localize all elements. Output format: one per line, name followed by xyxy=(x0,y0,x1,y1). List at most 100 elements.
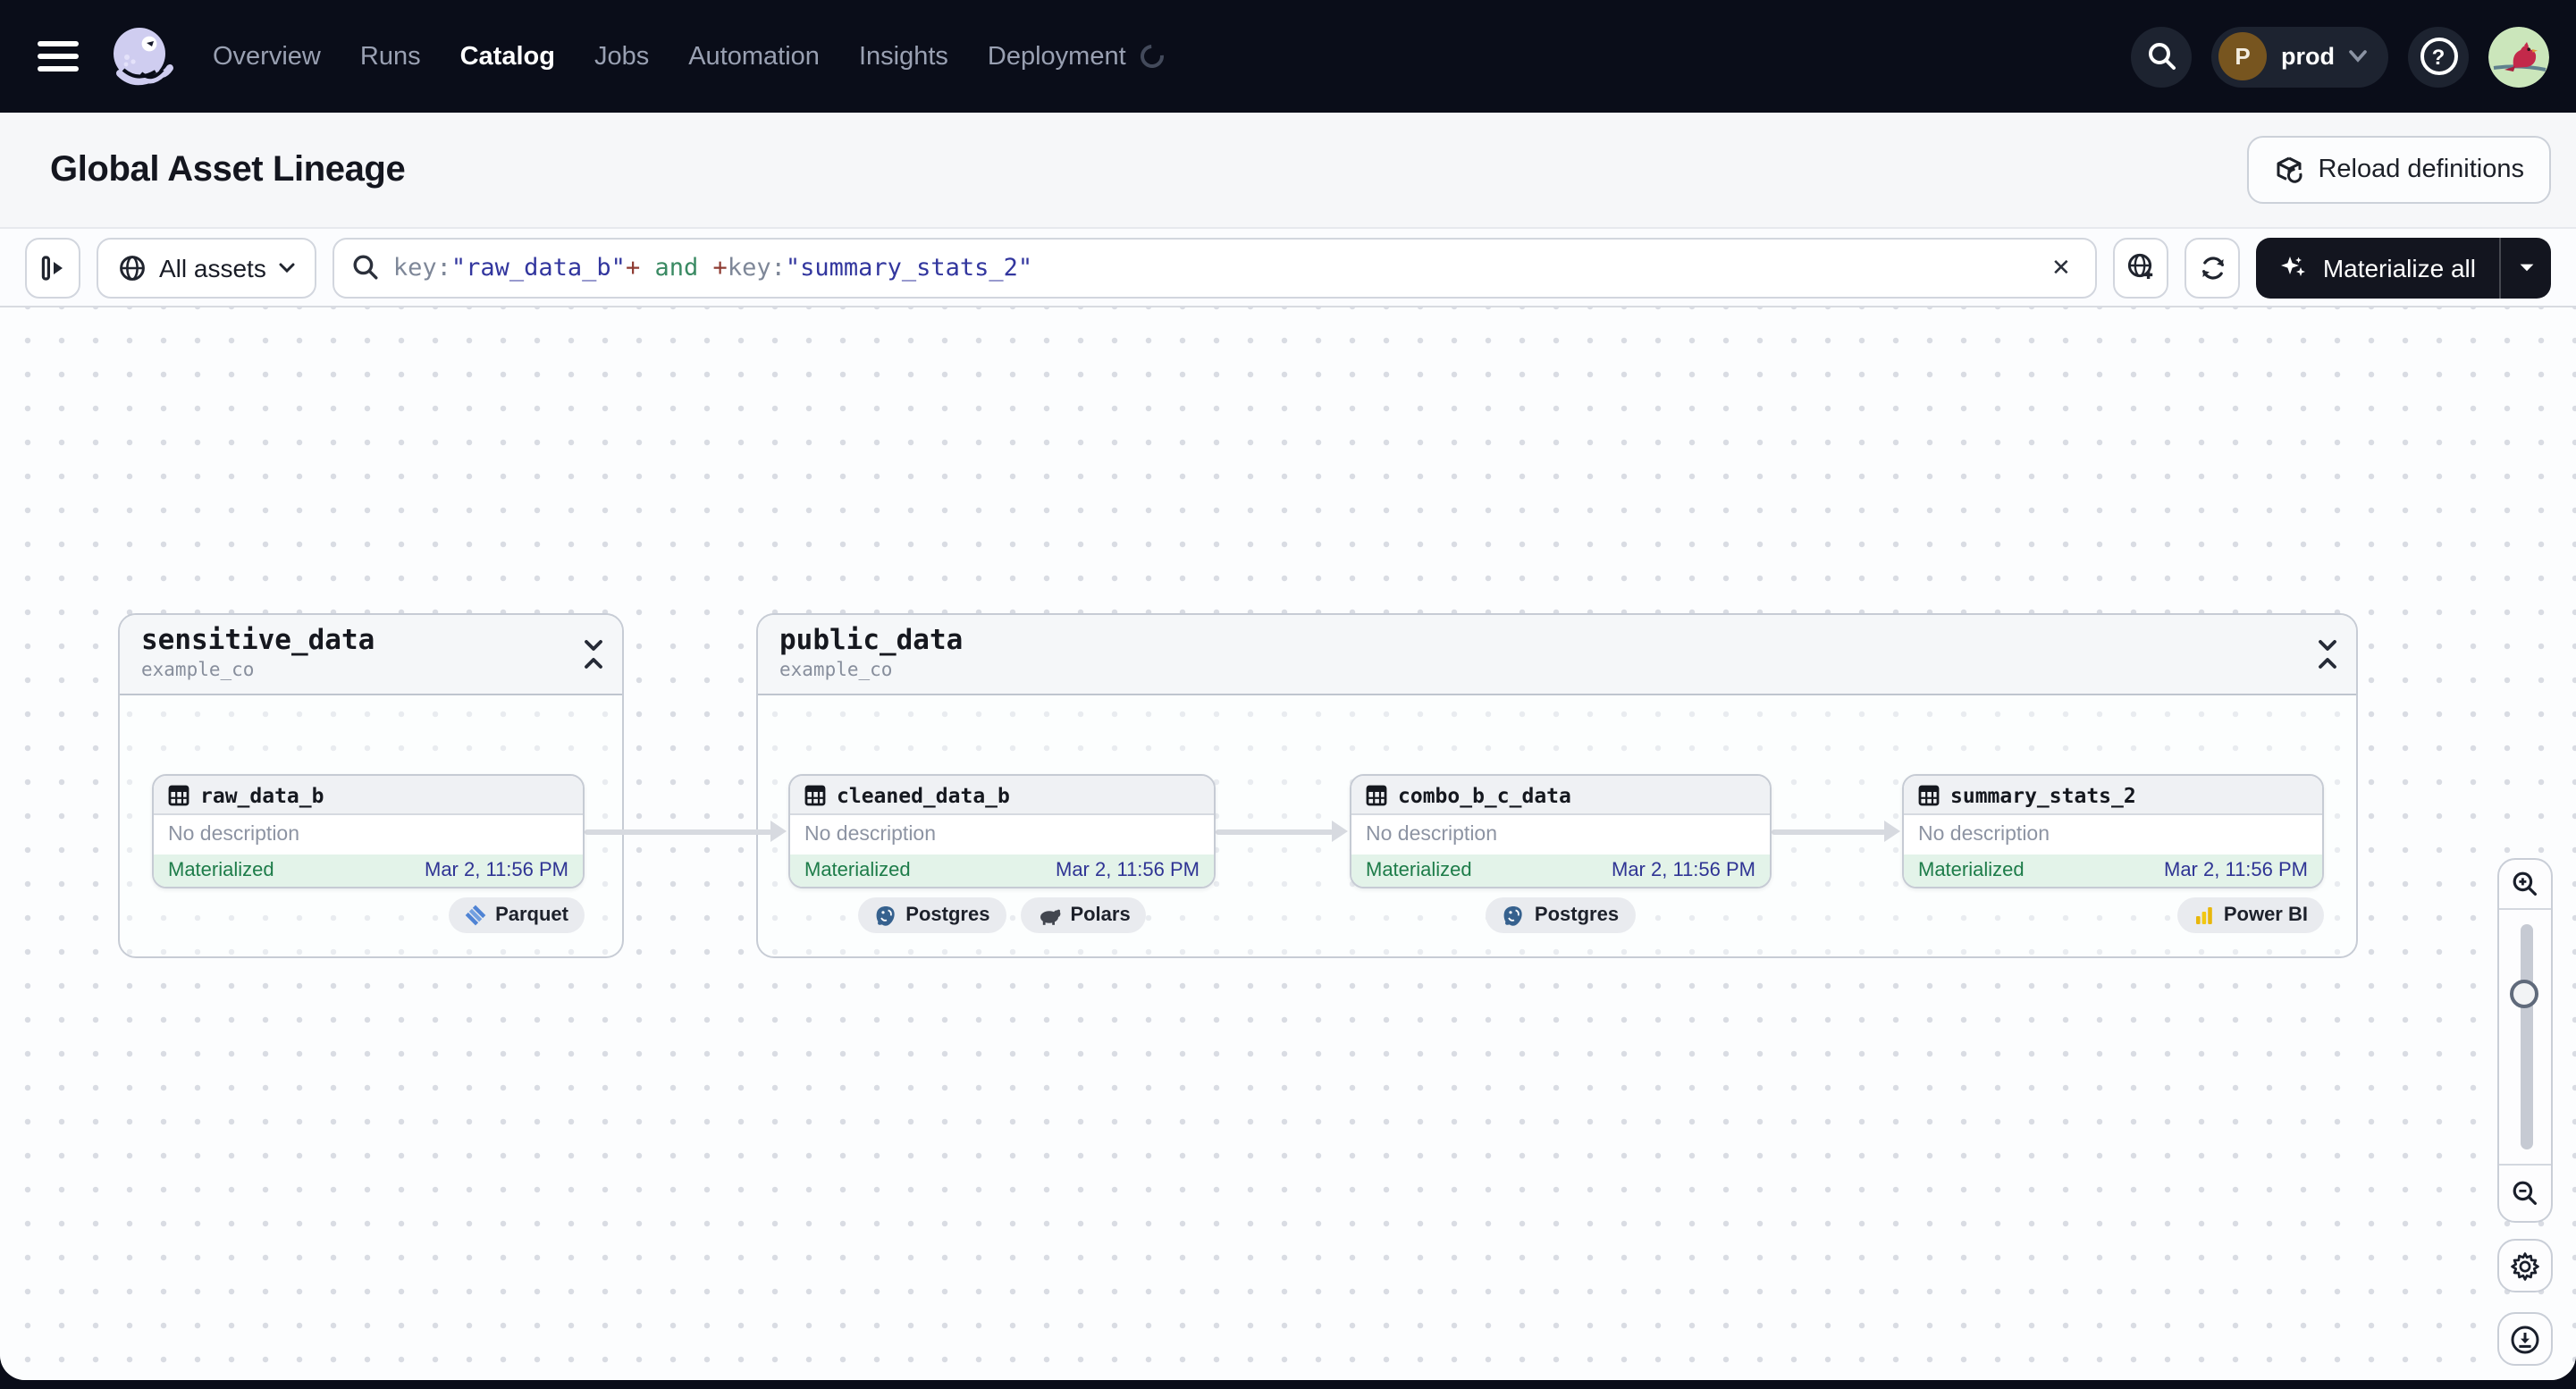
help-button[interactable]: ? xyxy=(2408,26,2469,87)
polars-bear-icon xyxy=(1040,909,1060,925)
nav-item-runs[interactable]: Runs xyxy=(341,42,441,71)
group-header[interactable]: public_data example_co xyxy=(758,615,2356,695)
user-avatar[interactable] xyxy=(2488,26,2549,87)
kind-badge-postgres[interactable]: Postgres xyxy=(1486,897,1636,933)
group-header[interactable]: sensitive_data example_co xyxy=(120,615,622,695)
gear-icon xyxy=(2511,1251,2539,1280)
hamburger-menu-icon[interactable] xyxy=(38,41,79,72)
add-to-selection-button[interactable] xyxy=(2113,237,2169,298)
deployment-switcher[interactable]: P prod xyxy=(2211,26,2388,87)
edge-cleaned-data-b-to-combo-b-c-data xyxy=(1216,821,1348,842)
nav-item-deployment[interactable]: Deployment xyxy=(968,39,1183,73)
zoom-in-icon xyxy=(2513,871,2537,896)
group-title: sensitive_data xyxy=(141,624,375,656)
nav-item-catalog[interactable]: Catalog xyxy=(441,42,575,71)
zoom-slider[interactable] xyxy=(2499,910,2551,1164)
dagster-logo-icon[interactable] xyxy=(102,19,177,94)
table-icon xyxy=(804,784,826,805)
download-graph-button[interactable] xyxy=(2497,1312,2553,1366)
asset-scope-dropdown[interactable]: All assets xyxy=(97,237,316,298)
status-label: Materialized xyxy=(168,860,274,881)
materialization-timestamp: Mar 2, 11:56 PM xyxy=(2164,860,2308,881)
deployment-loading-spinner-icon xyxy=(1135,39,1168,73)
materialize-all-button[interactable]: Materialize all xyxy=(2257,237,2499,298)
asset-node-cleaned-data-b[interactable]: cleaned_data_b No description Materializ… xyxy=(788,774,1216,888)
group-repo: example_co xyxy=(779,659,893,681)
edge-combo-b-c-data-to-summary-stats-2 xyxy=(1772,821,1900,842)
page-header: Global Asset Lineage Reload definitions xyxy=(0,113,2576,227)
search-icon xyxy=(2148,43,2175,70)
download-icon xyxy=(2511,1325,2539,1353)
group-repo: example_co xyxy=(141,659,255,681)
nav-item-automation[interactable]: Automation xyxy=(669,42,839,71)
asset-name: cleaned_data_b xyxy=(837,782,1010,807)
collapse-group-icon[interactable] xyxy=(2317,638,2338,670)
globe-icon xyxy=(120,255,145,280)
reload-definitions-label: Reload definitions xyxy=(2318,156,2524,184)
asset-node-summary-stats-2[interactable]: summary_stats_2 No description Materiali… xyxy=(1902,774,2324,888)
graph-settings-button[interactable] xyxy=(2497,1239,2553,1292)
asset-status-bar: Materialized Mar 2, 11:56 PM xyxy=(154,854,583,887)
search-query-text: key:"raw_data_b"+ and +key:"summary_stat… xyxy=(392,253,1033,282)
asset-description: No description xyxy=(804,824,937,846)
kind-badge-polars[interactable]: Polars xyxy=(1020,897,1147,933)
refresh-icon xyxy=(2201,256,2224,279)
asset-node-raw-data-b[interactable]: raw_data_b No description Materialized M… xyxy=(152,774,585,888)
zoom-out-icon xyxy=(2513,1181,2537,1205)
group-title: public_data xyxy=(779,624,964,656)
lineage-canvas[interactable]: sensitive_data example_co public_data ex… xyxy=(0,307,2576,1380)
asset-description: No description xyxy=(1918,824,2050,846)
materialization-timestamp: Mar 2, 11:56 PM xyxy=(425,860,568,881)
nav-item-overview[interactable]: Overview xyxy=(193,42,341,71)
nav-menu: Overview Runs Catalog Jobs Automation In… xyxy=(193,39,1183,73)
status-label: Materialized xyxy=(804,860,911,881)
asset-scope-label: All assets xyxy=(159,253,266,282)
parquet-icon xyxy=(465,905,486,926)
zoom-in-button[interactable] xyxy=(2499,860,2551,910)
open-left-panel-button[interactable] xyxy=(25,237,80,298)
refresh-button[interactable] xyxy=(2185,237,2241,298)
asset-status-bar: Materialized Mar 2, 11:56 PM xyxy=(790,854,1214,887)
materialize-options-button[interactable] xyxy=(2501,237,2551,298)
materialization-timestamp: Mar 2, 11:56 PM xyxy=(1056,860,1200,881)
kind-badge-parquet[interactable]: Parquet xyxy=(449,897,585,933)
zoom-controls xyxy=(2497,858,2553,1223)
kind-badges-raw-data-b: Parquet xyxy=(152,897,585,933)
asset-status-bar: Materialized Mar 2, 11:56 PM xyxy=(1904,854,2322,887)
reload-definitions-button[interactable]: Reload definitions xyxy=(2246,136,2551,204)
chevron-down-icon xyxy=(2349,50,2367,63)
asset-status-bar: Materialized Mar 2, 11:56 PM xyxy=(1351,854,1770,887)
zoom-slider-track[interactable] xyxy=(2509,924,2538,1149)
chevron-down-icon xyxy=(279,262,295,273)
page-title: Global Asset Lineage xyxy=(50,149,406,189)
panel-expand-icon xyxy=(40,255,62,280)
dagster-global-asset-lineage: Overview Runs Catalog Jobs Automation In… xyxy=(0,0,2576,1389)
nav-item-jobs[interactable]: Jobs xyxy=(575,42,669,71)
table-icon xyxy=(1918,784,1940,805)
main-surface: Global Asset Lineage Reload definitions xyxy=(0,113,2576,1380)
nav-item-insights[interactable]: Insights xyxy=(839,42,968,71)
zoom-out-button[interactable] xyxy=(2499,1164,2551,1221)
zoom-slider-handle[interactable] xyxy=(2509,980,2538,1008)
collapse-group-icon[interactable] xyxy=(583,638,604,670)
nav-right-cluster: P prod ? xyxy=(2131,26,2549,87)
search-icon xyxy=(353,255,378,280)
top-nav: Overview Runs Catalog Jobs Automation In… xyxy=(0,0,2576,113)
kind-badges-summary-stats-2: Power BI xyxy=(1902,897,2324,933)
reload-cube-icon xyxy=(2276,156,2302,182)
chevron-down-icon xyxy=(2519,263,2533,271)
postgres-icon xyxy=(875,905,894,925)
asset-description: No description xyxy=(168,824,300,846)
global-search-button[interactable] xyxy=(2131,26,2192,87)
clear-search-button[interactable]: ✕ xyxy=(2044,249,2078,285)
asset-description: No description xyxy=(1366,824,1498,846)
edge-raw-data-b-to-cleaned-data-b xyxy=(585,821,787,842)
asset-node-combo-b-c-data[interactable]: combo_b_c_data No description Materializ… xyxy=(1350,774,1772,888)
postgres-icon xyxy=(1504,905,1523,925)
kind-badge-powerbi[interactable]: Power BI xyxy=(2176,897,2324,933)
kind-badge-postgres[interactable]: Postgres xyxy=(857,897,1006,933)
status-label: Materialized xyxy=(1918,860,2025,881)
asset-search-input[interactable]: key:"raw_data_b"+ and +key:"summary_stat… xyxy=(332,237,2098,298)
asset-name: raw_data_b xyxy=(200,782,324,807)
globe-plus-icon xyxy=(2128,253,2154,279)
